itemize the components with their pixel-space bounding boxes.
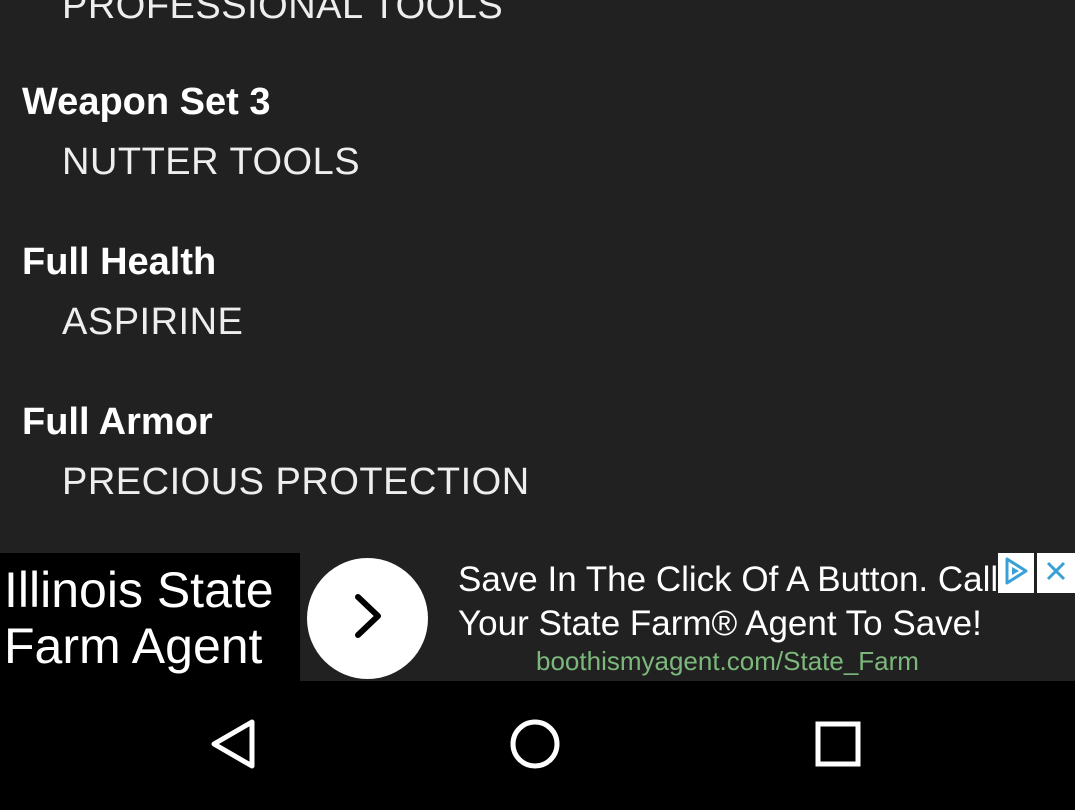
cheat-code[interactable]: PRECIOUS PROTECTION — [62, 460, 530, 504]
cheat-title[interactable]: Full Health — [22, 240, 216, 284]
navigation-bar — [0, 681, 1075, 810]
adchoices-icon — [1003, 556, 1029, 591]
cheat-list[interactable]: PROFESSIONAL TOOLS Weapon Set 3 NUTTER T… — [0, 0, 1075, 553]
cheat-code[interactable]: NUTTER TOOLS — [62, 140, 360, 184]
ad-url[interactable]: boothismyagent.com/State_Farm — [536, 645, 919, 677]
ad-headline-line2[interactable]: Farm Agent — [4, 617, 262, 675]
cheat-code[interactable]: ASPIRINE — [62, 300, 243, 344]
home-circle-icon — [508, 717, 562, 776]
chevron-right-icon — [348, 591, 388, 646]
ad-headline-panel[interactable]: Illinois State Farm Agent — [0, 553, 300, 681]
adchoices-button[interactable] — [998, 553, 1034, 593]
ad-go-button[interactable] — [307, 558, 428, 679]
close-icon — [1044, 559, 1068, 588]
ad-headline-line1[interactable]: Illinois State — [4, 561, 274, 619]
ad-body-line1[interactable]: Save In The Click Of A Button. Call — [458, 559, 998, 601]
cheat-title[interactable]: Weapon Set 3 — [22, 80, 270, 124]
recents-square-icon — [814, 720, 862, 773]
ad-body-line2[interactable]: Your State Farm® Agent To Save! — [458, 603, 982, 645]
back-triangle-icon — [208, 718, 258, 775]
cheat-code[interactable]: PROFESSIONAL TOOLS — [62, 0, 503, 28]
ad-close-button[interactable] — [1037, 553, 1075, 593]
screen: PROFESSIONAL TOOLS Weapon Set 3 NUTTER T… — [0, 0, 1075, 810]
home-button[interactable] — [500, 711, 570, 781]
back-button[interactable] — [198, 711, 268, 781]
ad-banner[interactable]: Illinois State Farm Agent Save In The Cl… — [0, 553, 1075, 681]
recents-button[interactable] — [803, 711, 873, 781]
cheat-title[interactable]: Full Armor — [22, 400, 213, 444]
